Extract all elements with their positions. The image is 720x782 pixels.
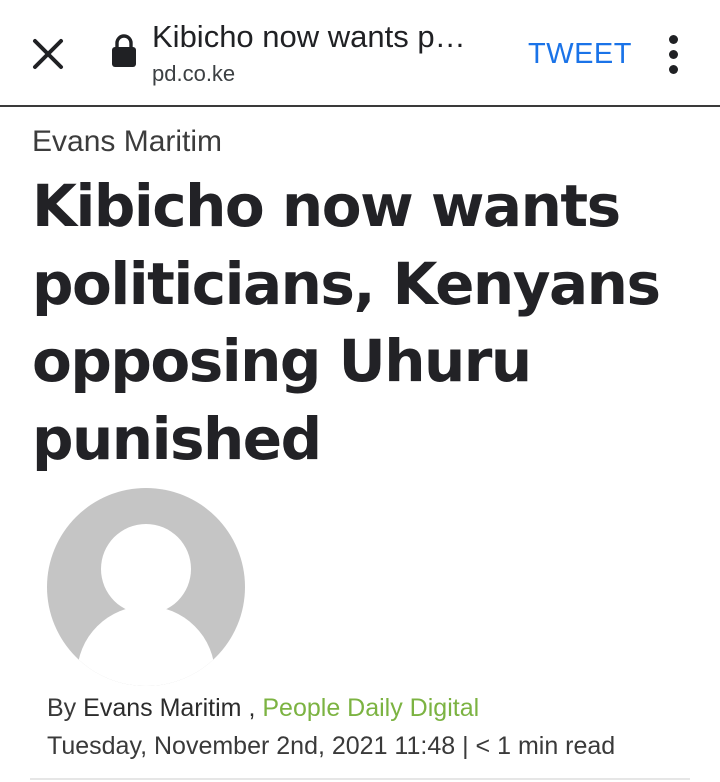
lock-icon [112, 34, 136, 67]
page-url: pd.co.ke [152, 61, 236, 86]
byline-separator: , [248, 694, 256, 722]
byline-author-link[interactable]: Evans Maritim [83, 694, 241, 722]
byline-source-link[interactable]: People Daily Digital [262, 694, 479, 722]
byline-prefix: By [47, 694, 77, 722]
close-button[interactable] [24, 30, 72, 78]
browser-toolbar: Kibicho now wants p… pd.co.ke TWEET [0, 0, 720, 107]
author-name-top[interactable]: Evans Maritim [32, 122, 222, 162]
tweet-button[interactable]: TWEET [528, 36, 632, 72]
tab-title-block[interactable]: Kibicho now wants p… pd.co.ke [152, 18, 502, 88]
more-options-button[interactable] [656, 30, 692, 78]
divider [30, 778, 690, 780]
read-time: < 1 min read [475, 732, 616, 760]
article-headline: Kibicho now wants politicians, Kenyans o… [32, 172, 661, 473]
byline: By Evans Maritim , People Daily Digital [47, 690, 479, 726]
publish-date: Tuesday, November 2nd, 2021 11:48 [47, 732, 456, 760]
avatar-body [77, 606, 215, 686]
avatar-head [101, 524, 191, 614]
close-icon [33, 39, 63, 69]
article-meta: Tuesday, November 2nd, 2021 11:48 | < 1 … [47, 728, 615, 764]
default-avatar-icon [47, 488, 245, 686]
meta-divider: | [462, 732, 469, 760]
page-title: Kibicho now wants p… [152, 19, 466, 54]
